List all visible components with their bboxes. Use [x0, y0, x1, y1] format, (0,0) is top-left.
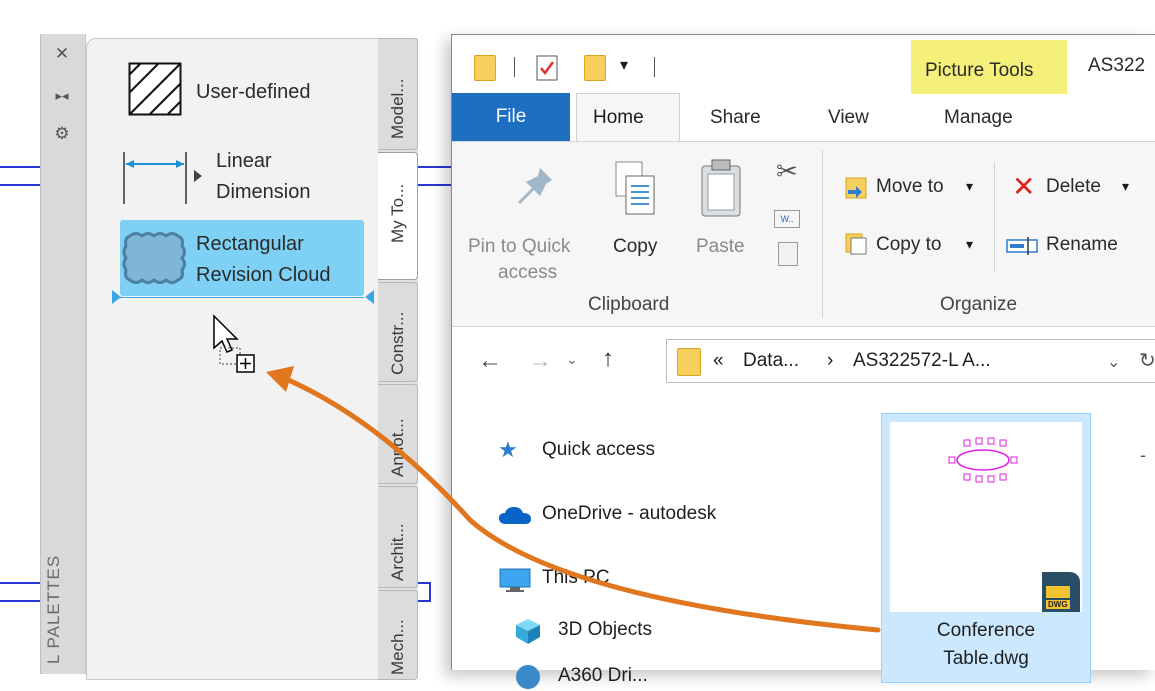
drag-arrow	[266, 366, 881, 633]
